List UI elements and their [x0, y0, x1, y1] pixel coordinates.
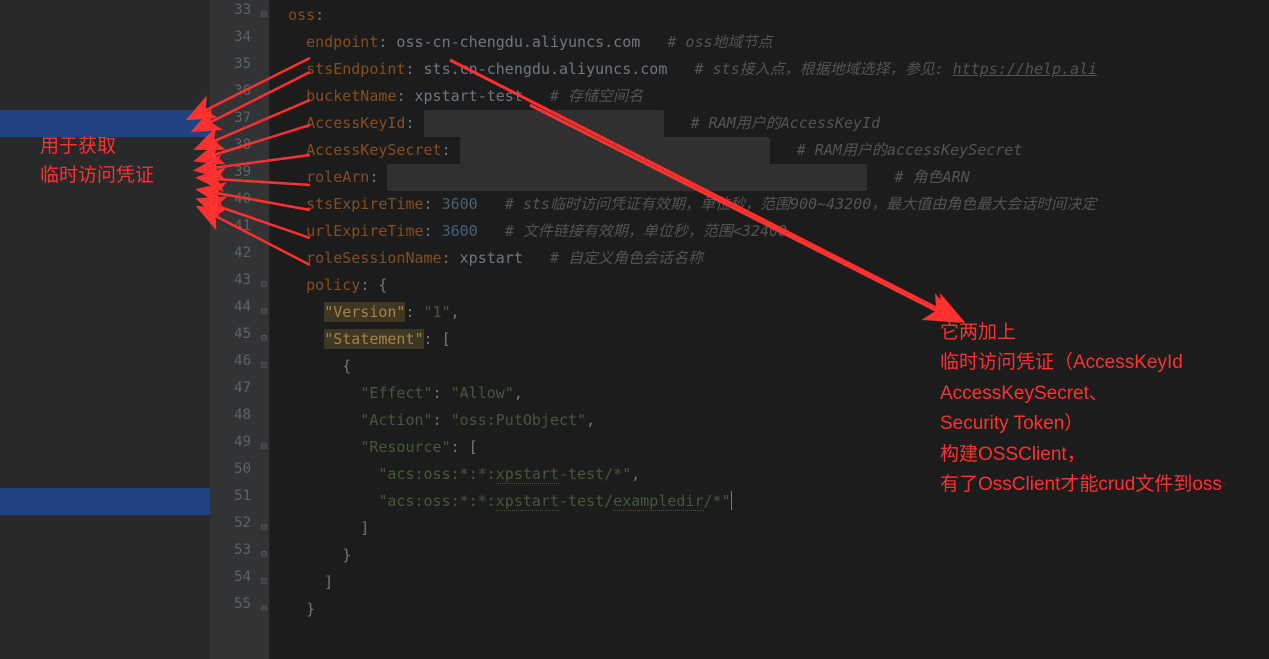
code-line[interactable]: {	[270, 353, 351, 380]
fold-toggle-icon[interactable]: ⊟	[261, 522, 267, 533]
line-number[interactable]: 35	[221, 56, 251, 72]
line-number[interactable]: 49	[221, 434, 251, 450]
line-number[interactable]: 55	[221, 596, 251, 612]
code-line[interactable]: }	[270, 542, 351, 569]
fold-toggle-icon[interactable]: ⊟	[261, 603, 267, 614]
line-number[interactable]: 44	[221, 299, 251, 315]
code-line[interactable]: ]	[270, 515, 369, 542]
fold-toggle-icon[interactable]: ⊟	[261, 9, 267, 20]
fold-toggle-icon[interactable]: ⊟	[261, 576, 267, 587]
code-line[interactable]: bucketName: xpstart-test # 存储空间名	[270, 83, 643, 110]
code-line[interactable]: stsExpireTime: 3600 # sts临时访问凭证有效期，单位秒，范…	[270, 191, 1096, 218]
code-line[interactable]: ]	[270, 569, 333, 596]
line-number[interactable]: 46	[221, 353, 251, 369]
fold-toggle-icon[interactable]: ⊟	[261, 360, 267, 371]
code-line[interactable]: "acs:oss:*:*:xpstart-test/*",	[270, 461, 640, 488]
code-line[interactable]: "Action": "oss:PutObject",	[270, 407, 595, 434]
code-line[interactable]: AccessKeySecret: x # RAM用户的accessKeySecr…	[270, 137, 1022, 164]
line-number[interactable]: 42	[221, 245, 251, 261]
line-number[interactable]: 40	[221, 191, 251, 207]
line-number[interactable]: 54	[221, 569, 251, 585]
line-number[interactable]: 33	[221, 2, 251, 18]
line-number[interactable]: 48	[221, 407, 251, 423]
code-line[interactable]: "Version": "1",	[270, 299, 460, 326]
line-number[interactable]: 41	[221, 218, 251, 234]
annotation-left: 用于获取 临时访问凭证	[40, 133, 154, 190]
line-number[interactable]: 50	[221, 461, 251, 477]
code-line[interactable]: }	[270, 596, 315, 623]
code-line[interactable]: "acs:oss:*:*:xpstart-test/exampledir/*"	[270, 488, 732, 515]
line-number[interactable]: 51	[221, 488, 251, 504]
code-line[interactable]: "Effect": "Allow",	[270, 380, 523, 407]
code-line[interactable]: oss:	[270, 2, 324, 29]
fold-toggle-icon[interactable]: ⊟	[261, 279, 267, 290]
line-number[interactable]: 52	[221, 515, 251, 531]
line-number[interactable]: 53	[221, 542, 251, 558]
line-number[interactable]: 34	[221, 29, 251, 45]
line-number-gutter[interactable]: 33 ⊟ 34 35 36 37 38 39 40 41 42 43 ⊟ 44 ⊟ 45 ⊟ 46 ⊟ 47 48 49 ⊟…	[210, 0, 270, 659]
fold-toggle-icon[interactable]: ⊟	[261, 333, 267, 344]
fold-toggle-icon[interactable]: ⊟	[261, 441, 267, 452]
code-line[interactable]: endpoint: oss-cn-chengdu.aliyuncs.com # …	[270, 29, 773, 56]
code-line[interactable]: stsEndpoint: sts.cn-chengdu.aliyuncs.com…	[270, 56, 1097, 83]
selected-row-highlight	[0, 488, 210, 515]
annotation-right: 它两加上 临时访问凭证（AccessKeyId AccessKeySecret、…	[940, 318, 1222, 500]
line-number[interactable]: 38	[221, 137, 251, 153]
code-line[interactable]: AccessKeyId: x # RAM用户的AccessKeyId	[270, 110, 880, 137]
fold-toggle-icon[interactable]: ⊟	[261, 549, 267, 560]
code-line[interactable]: "Statement": [	[270, 326, 451, 353]
left-sidebar-margin	[0, 0, 210, 659]
line-number[interactable]: 47	[221, 380, 251, 396]
line-number[interactable]: 37	[221, 110, 251, 126]
code-line[interactable]: urlExpireTime: 3600 # 文件链接有效期，单位秒，范围<324…	[270, 218, 787, 245]
line-number[interactable]: 36	[221, 83, 251, 99]
line-number[interactable]: 45	[221, 326, 251, 342]
fold-toggle-icon[interactable]: ⊟	[261, 306, 267, 317]
line-number[interactable]: 43	[221, 272, 251, 288]
code-line[interactable]: roleArn: x # 角色ARN	[270, 164, 970, 191]
code-line[interactable]: roleSessionName: xpstart # 自定义角色会话名称	[270, 245, 703, 272]
code-line[interactable]: "Resource": [	[270, 434, 478, 461]
line-number[interactable]: 39	[221, 164, 251, 180]
code-line[interactable]: policy: {	[270, 272, 387, 299]
